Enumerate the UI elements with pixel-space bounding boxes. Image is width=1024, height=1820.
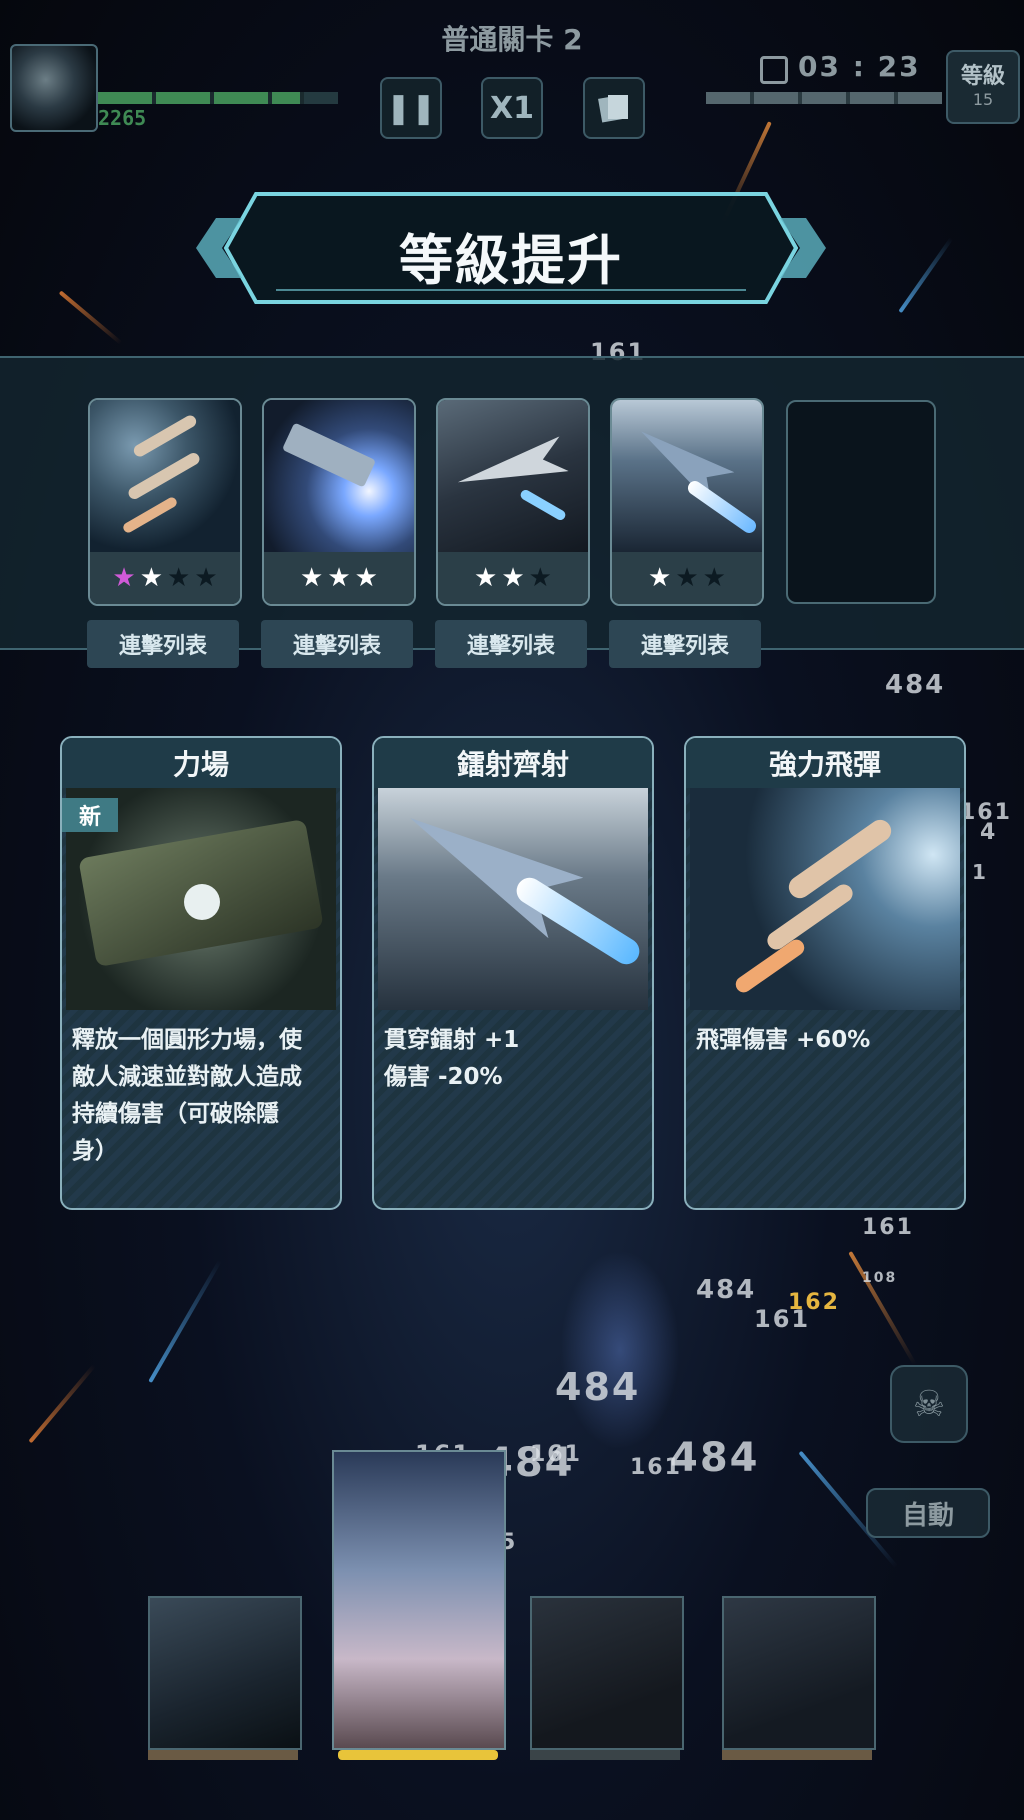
damage-number: 484 [885, 670, 946, 700]
cards-icon [598, 95, 628, 123]
ship-thumb-fighter[interactable] [530, 1596, 684, 1760]
card-description: 貫穿鐳射 +1 傷害 -20% [384, 1027, 520, 1090]
auto-button[interactable]: 自動 [866, 1488, 990, 1538]
star-icon: ★ [648, 563, 672, 593]
cards-button[interactable] [583, 77, 645, 139]
skull-skill-button[interactable]: ☠ [890, 1365, 968, 1443]
combo-list-button[interactable]: 連擊列表 [609, 620, 761, 668]
star-icon: ★ [112, 563, 136, 593]
ship-thumb-selected[interactable] [332, 1450, 506, 1760]
skill-slot-missile[interactable]: ★ ★ ★ ★ [88, 398, 242, 606]
combo-list-button[interactable]: 連擊列表 [435, 620, 587, 668]
damage-number: 484 [670, 1435, 760, 1481]
star-rating: ★ ★ ★ [612, 552, 762, 604]
skill-slot-laser[interactable]: ★ ★ ★ [610, 398, 764, 606]
damage-number: 4 [980, 820, 998, 845]
star-rating: ★ ★ ★ [264, 552, 414, 604]
missile-art [90, 400, 240, 552]
damage-number: 1 [972, 860, 988, 884]
fighter-art [438, 400, 588, 552]
card-description: 釋放一個圓形力場，使 敵人減速並對敵人造成 持續傷害（可破除隱 身） [72, 1027, 302, 1164]
plasma-art [264, 400, 414, 552]
star-icon: ★ [702, 563, 726, 593]
combo-list-button[interactable]: 連擊列表 [261, 620, 413, 668]
level-up-banner: 等級提升 [196, 190, 826, 306]
new-badge: 新 [62, 798, 118, 832]
pause-button[interactable]: ❚❚ [380, 77, 442, 139]
star-icon: ★ [354, 563, 378, 593]
speed-button[interactable]: X1 [481, 77, 543, 139]
star-rating: ★ ★ ★ ★ [90, 552, 240, 604]
skill-slot-empty[interactable] [786, 400, 936, 604]
star-icon: ★ [528, 563, 552, 593]
star-rating: ★ ★ ★ [438, 552, 588, 604]
star-icon: ★ [327, 563, 351, 593]
star-icon: ★ [194, 563, 218, 593]
clock-icon [760, 56, 788, 84]
stage-title: 普通關卡 2 [441, 23, 583, 56]
star-icon: ★ [300, 563, 324, 593]
damage-number: 161 [530, 1442, 582, 1467]
banner-title: 等級提升 [399, 229, 623, 292]
ship-thumb-laser[interactable] [722, 1596, 876, 1760]
card-description: 飛彈傷害 +60% [696, 1027, 871, 1053]
laser-salvo-art [378, 788, 648, 1010]
player-avatar[interactable] [10, 44, 98, 132]
star-icon: ★ [474, 563, 498, 593]
skill-slot-plasma[interactable]: ★ ★ ★ [262, 398, 416, 606]
level-value: 15 [972, 90, 994, 109]
ship-thumb-missile[interactable] [148, 1596, 302, 1760]
star-icon: ★ [675, 563, 699, 593]
card-title: 強力飛彈 [686, 738, 964, 788]
laser-art [612, 400, 762, 552]
speed-label: X1 [489, 90, 534, 126]
damage-number: 108 [862, 1270, 898, 1286]
damage-number: 161 [862, 1215, 914, 1240]
upgrade-card-laser-salvo[interactable]: 鐳射齊射 貫穿鐳射 +1 傷害 -20% [372, 736, 654, 1210]
pause-icon: ❚❚ [385, 90, 437, 126]
card-title: 力場 [62, 738, 340, 788]
boss-progress-bar [706, 92, 942, 104]
upgrade-card-force-field[interactable]: 力場 新 釋放一個圓形力場，使 敵人減速並對敵人造成 持續傷害（可破除隱 身） [60, 736, 342, 1210]
level-badge: 等級 15 [946, 50, 1020, 124]
score-value: 2265 [98, 106, 147, 130]
star-icon: ★ [501, 563, 525, 593]
player-hp-bar [98, 92, 338, 104]
power-missile-art [690, 788, 960, 1010]
skull-icon: ☠ [912, 1383, 946, 1425]
level-label: 等級 [960, 64, 1005, 89]
skill-slot-fighter[interactable]: ★ ★ ★ [436, 398, 590, 606]
damage-number: 484 [555, 1365, 641, 1409]
combo-list-button[interactable]: 連擊列表 [87, 620, 239, 668]
card-title: 鐳射齊射 [374, 738, 652, 788]
upgrade-card-power-missile[interactable]: 強力飛彈 飛彈傷害 +60% [684, 736, 966, 1210]
star-icon: ★ [139, 563, 163, 593]
stage-timer: 03 : 23 [798, 50, 921, 83]
damage-number: 161 [630, 1455, 682, 1480]
damage-number: 162 [788, 1290, 840, 1315]
damage-number: 484 [696, 1275, 757, 1305]
star-icon: ★ [167, 563, 191, 593]
